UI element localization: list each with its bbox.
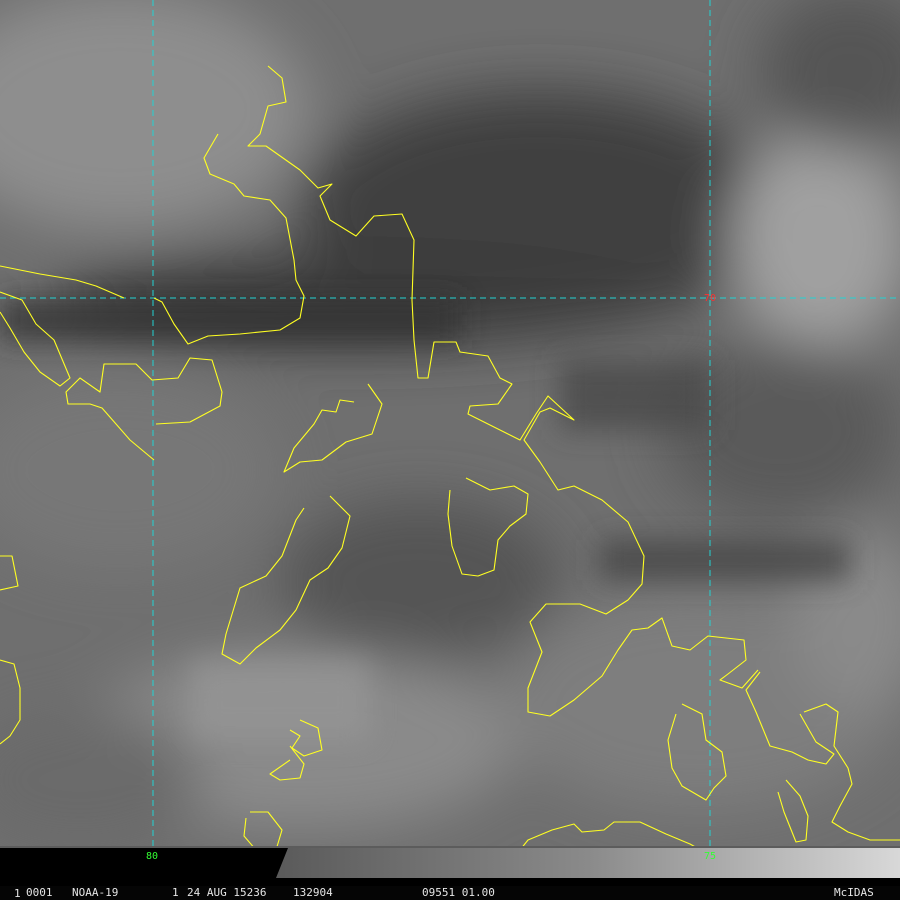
image-position: 09551 01.00 <box>422 886 495 899</box>
sequence-number: 0001 <box>26 886 53 899</box>
lon-label-75: 75 <box>704 851 716 862</box>
satellite-image-viewer[interactable]: 70 80 75 1 0001 NOAA-19 1 24 AUG 15236 1… <box>0 0 900 900</box>
satellite-imagery <box>0 0 900 850</box>
frame-number: 1 <box>14 887 21 900</box>
software-label: McIDAS <box>834 886 874 899</box>
image-time: 132904 <box>293 886 333 899</box>
satellite-name: NOAA-19 <box>72 886 118 899</box>
lon-label-80: 80 <box>146 851 158 862</box>
band-number: 1 <box>172 886 179 899</box>
image-date: 24 AUG 15236 <box>187 886 266 899</box>
lat-label: 70 <box>704 293 716 304</box>
